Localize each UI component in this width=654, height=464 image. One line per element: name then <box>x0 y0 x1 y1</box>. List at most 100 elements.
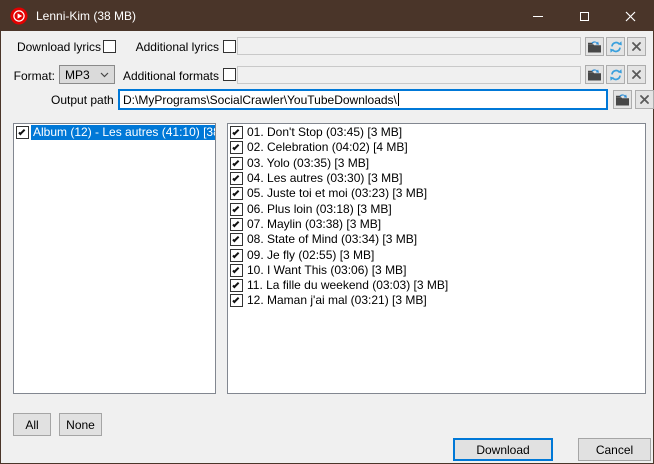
list-item[interactable]: 05. Juste toi et moi (03:23) [3 MB] <box>228 186 645 201</box>
item-label: 05. Juste toi et moi (03:23) [3 MB] <box>245 186 645 201</box>
track-list[interactable]: 01. Don't Stop (03:45) [3 MB] 02. Celebr… <box>227 123 646 394</box>
list-item[interactable]: 09. Je fly (02:55) [3 MB] <box>228 247 645 262</box>
refresh-icon <box>609 40 623 54</box>
item-checkbox[interactable] <box>230 203 243 216</box>
checkmark-icon <box>232 190 239 197</box>
album-list[interactable]: Album (12) - Les autres (41:10) [38 MB] <box>13 123 216 394</box>
item-checkbox[interactable] <box>230 279 243 292</box>
app-window: Lenni-Kim (38 MB) Download lyrics Additi… <box>0 0 654 464</box>
cancel-button[interactable]: Cancel <box>578 438 651 461</box>
output-path-browse-button[interactable] <box>613 90 632 109</box>
folder-browse-icon <box>587 68 602 82</box>
item-label: 07. Maylin (03:38) [3 MB] <box>245 217 645 232</box>
clear-x-icon <box>640 95 649 104</box>
item-label: 01. Don't Stop (03:45) [3 MB] <box>245 125 645 140</box>
checkmark-icon <box>232 159 239 166</box>
youtube-music-icon <box>10 7 28 25</box>
download-lyrics-label: Download lyrics <box>9 39 101 56</box>
item-label: 02. Celebration (04:02) [4 MB] <box>245 140 645 155</box>
item-label: 04. Les autres (03:30) [3 MB] <box>245 171 645 186</box>
window-controls <box>515 1 653 31</box>
output-path-label: Output path <box>51 92 113 109</box>
additional-lyrics-label: Additional lyrics <box>127 39 219 56</box>
item-label: 12. Maman j'ai mal (03:21) [3 MB] <box>245 293 645 308</box>
item-checkbox[interactable] <box>230 126 243 139</box>
select-all-button[interactable]: All <box>13 413 51 436</box>
list-item[interactable]: 11. La fille du weekend (03:03) [3 MB] <box>228 278 645 293</box>
checkmark-icon <box>232 128 239 135</box>
list-item[interactable]: 03. Yolo (03:35) [3 MB] <box>228 156 645 171</box>
folder-browse-icon <box>587 40 602 54</box>
item-checkbox[interactable] <box>230 172 243 185</box>
item-label: 11. La fille du weekend (03:03) [3 MB] <box>245 278 645 293</box>
checkmark-icon <box>232 174 239 181</box>
list-item[interactable]: 06. Plus loin (03:18) [3 MB] <box>228 201 645 216</box>
item-label: 09. Je fly (02:55) [3 MB] <box>245 248 645 263</box>
item-label: Album (12) - Les autres (41:10) [38 MB] <box>31 125 215 140</box>
additional-formats-clear-button[interactable] <box>627 65 646 84</box>
item-label: 10. I Want This (03:06) [3 MB] <box>245 263 645 278</box>
titlebar: Lenni-Kim (38 MB) <box>1 1 653 31</box>
clear-x-icon <box>632 70 641 79</box>
clear-x-icon <box>632 42 641 51</box>
list-item[interactable]: 02. Celebration (04:02) [4 MB] <box>228 140 645 155</box>
additional-formats-input <box>237 66 581 84</box>
item-label: 03. Yolo (03:35) [3 MB] <box>245 156 645 171</box>
checkmark-icon <box>232 235 239 242</box>
item-checkbox[interactable] <box>230 249 243 262</box>
checkmark-icon <box>232 266 239 273</box>
item-checkbox[interactable] <box>16 126 29 139</box>
select-none-button[interactable]: None <box>59 413 102 436</box>
list-item[interactable]: 04. Les autres (03:30) [3 MB] <box>228 171 645 186</box>
close-button[interactable] <box>607 1 653 31</box>
minimize-icon <box>533 16 543 17</box>
list-item[interactable]: 12. Maman j'ai mal (03:21) [3 MB] <box>228 293 645 308</box>
close-icon <box>625 11 636 22</box>
additional-formats-label: Additional formats <box>121 68 219 85</box>
list-item[interactable]: 10. I Want This (03:06) [3 MB] <box>228 263 645 278</box>
format-dropdown[interactable]: MP3 <box>59 65 115 84</box>
item-checkbox[interactable] <box>230 157 243 170</box>
checkmark-icon <box>232 297 239 304</box>
additional-lyrics-browse-button[interactable] <box>585 37 604 56</box>
item-checkbox[interactable] <box>230 264 243 277</box>
refresh-icon <box>609 68 623 82</box>
output-path-clear-button[interactable] <box>635 90 654 109</box>
additional-lyrics-clear-button[interactable] <box>627 37 646 56</box>
item-checkbox[interactable] <box>230 218 243 231</box>
item-checkbox[interactable] <box>230 187 243 200</box>
minimize-button[interactable] <box>515 1 561 31</box>
checkmark-icon <box>18 128 25 135</box>
checkmark-icon <box>232 205 239 212</box>
additional-formats-checkbox[interactable] <box>223 68 236 81</box>
list-item[interactable]: 01. Don't Stop (03:45) [3 MB] <box>228 125 645 140</box>
additional-lyrics-input <box>237 37 581 55</box>
output-path-value: D:\MyPrograms\SocialCrawler\YouTubeDownl… <box>123 93 397 107</box>
item-checkbox[interactable] <box>230 141 243 154</box>
text-caret <box>398 93 399 106</box>
maximize-icon <box>580 12 589 21</box>
additional-formats-browse-button[interactable] <box>585 65 604 84</box>
format-label: Format: <box>9 68 55 85</box>
maximize-button[interactable] <box>561 1 607 31</box>
item-checkbox[interactable] <box>230 233 243 246</box>
output-path-input[interactable]: D:\MyPrograms\SocialCrawler\YouTubeDownl… <box>118 89 608 110</box>
additional-lyrics-checkbox[interactable] <box>223 40 236 53</box>
additional-formats-refresh-button[interactable] <box>606 65 625 84</box>
additional-lyrics-refresh-button[interactable] <box>606 37 625 56</box>
list-item[interactable]: Album (12) - Les autres (41:10) [38 MB] <box>14 125 215 140</box>
item-label: 06. Plus loin (03:18) [3 MB] <box>245 202 645 217</box>
folder-browse-icon <box>615 93 630 107</box>
checkmark-icon <box>232 281 239 288</box>
item-label: 08. State of Mind (03:34) [3 MB] <box>245 232 645 247</box>
list-item[interactable]: 07. Maylin (03:38) [3 MB] <box>228 217 645 232</box>
window-title: Lenni-Kim (38 MB) <box>36 9 136 23</box>
chevron-down-icon <box>100 72 109 78</box>
checkmark-icon <box>232 251 239 258</box>
format-value: MP3 <box>65 68 90 82</box>
download-button[interactable]: Download <box>453 438 553 461</box>
item-checkbox[interactable] <box>230 294 243 307</box>
list-item[interactable]: 08. State of Mind (03:34) [3 MB] <box>228 232 645 247</box>
checkmark-icon <box>232 144 239 151</box>
download-lyrics-checkbox[interactable] <box>103 40 116 53</box>
